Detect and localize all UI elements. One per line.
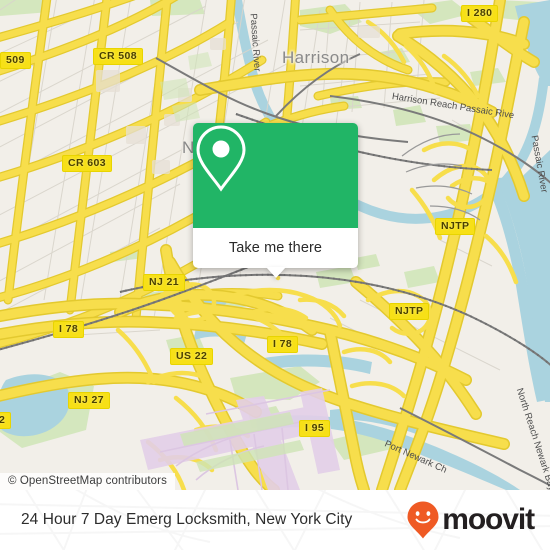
footer-bar: 24 Hour 7 Day Emerg Locksmith, New York … — [0, 490, 550, 550]
footer-place-title: 24 Hour 7 Day Emerg Locksmith, New York … — [21, 511, 353, 528]
shield-cr-603: CR 603 — [62, 155, 113, 172]
shield-i-280: I 280 — [461, 5, 499, 22]
moovit-wordmark: moovit — [442, 503, 535, 536]
shield-cr-508: CR 508 — [93, 48, 144, 65]
moovit-logo[interactable]: moovit — [406, 500, 535, 540]
shield-2: 2 — [0, 412, 12, 429]
shield-nj-21: NJ 21 — [143, 274, 186, 291]
map-pin-icon — [196, 125, 246, 192]
popup-tail — [265, 267, 286, 278]
shield-i-95: I 95 — [299, 420, 331, 437]
shield-509: 509 — [0, 52, 31, 69]
destination-popup[interactable]: Take me there — [193, 123, 358, 278]
shield-i-78-east: I 78 — [267, 336, 299, 353]
moovit-smiling-pin-icon — [407, 501, 439, 539]
map-screenshot: Passaic River Harrison Reach Passaic Riv… — [0, 0, 550, 550]
shield-njtp-north: NJTP — [435, 218, 476, 235]
osm-attribution[interactable]: © OpenStreetMap contributors — [0, 473, 175, 490]
shield-us-22: US 22 — [170, 348, 214, 365]
popup-action-bar[interactable]: Take me there — [193, 228, 358, 278]
map-canvas[interactable]: Passaic River Harrison Reach Passaic Riv… — [0, 0, 550, 490]
take-me-there-label: Take me there — [228, 240, 323, 256]
popup-image-area — [193, 123, 358, 228]
shield-njtp-south: NJTP — [389, 303, 430, 320]
place-label-harrison: Harrison — [282, 48, 350, 67]
shield-i-78-west: I 78 — [53, 321, 85, 338]
shield-nj-27: NJ 27 — [68, 392, 111, 409]
